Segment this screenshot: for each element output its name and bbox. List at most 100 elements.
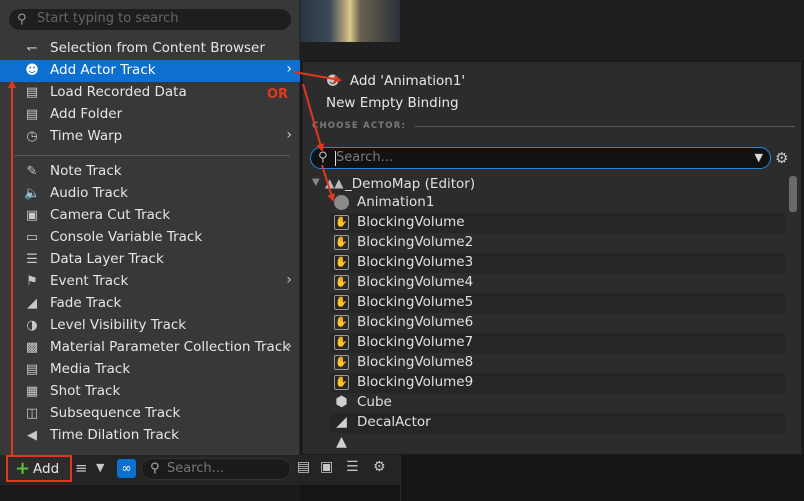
chevron-right-icon: › — [286, 61, 292, 77]
volume-icon: ✋ — [334, 295, 349, 310]
menu-item-time-dilation-track[interactable]: ◀ Time Dilation Track — [0, 425, 300, 447]
actor-label: BlockingVolume3 — [357, 254, 474, 270]
menu-search-input[interactable]: ⚲ Start typing to search — [9, 9, 291, 30]
actor-label: BlockingVolume4 — [357, 274, 474, 290]
folder-icon: ▤ — [25, 85, 39, 100]
menu-search-placeholder: Start typing to search — [37, 11, 179, 26]
actor-row-cube[interactable]: ⬢ Cube — [330, 393, 785, 413]
menu-item-label: Level Visibility Track — [50, 317, 187, 333]
actor-row-animation1[interactable]: Animation1 — [330, 193, 785, 213]
animation-icon — [334, 195, 349, 210]
menu-item-material-parameter-collection-track[interactable]: ▩ Material Parameter Collection Track › — [0, 337, 300, 359]
add-animation-label: Add 'Animation1' — [349, 73, 466, 89]
actor-row-blockingvolume6[interactable]: ✋ BlockingVolume6 — [330, 313, 785, 333]
actor-row-decalactor[interactable]: ◢ DecalActor — [330, 413, 785, 433]
add-animation-option[interactable]: ☻ Add 'Animation1' — [326, 73, 465, 93]
actor-label: BlockingVolume9 — [357, 374, 474, 390]
menu-item-media-track[interactable]: ▤ Media Track — [0, 359, 300, 381]
volume-icon: ✋ — [334, 235, 349, 250]
menu-item-add-actor-track[interactable]: ☻ Add Actor Track › — [0, 60, 300, 82]
fade-icon: ◢ — [27, 296, 37, 311]
actor-list-scrollbar[interactable] — [789, 176, 797, 212]
actor-row-blockingvolume4[interactable]: ✋ BlockingVolume4 — [330, 273, 785, 293]
menu-item-label: Time Dilation Track — [50, 427, 179, 443]
heading-divider — [415, 126, 795, 127]
expand-triangle-icon[interactable]: ▼ — [312, 177, 320, 188]
actor-search-input[interactable]: ⚲ Search... ▼ — [310, 147, 771, 169]
cube-icon: ⬢ — [335, 394, 348, 410]
menu-item-label: Shot Track — [50, 383, 121, 399]
menu-item-console-variable-track[interactable]: ▭ Console Variable Track — [0, 227, 300, 249]
console-icon: ▭ — [25, 230, 39, 245]
actor-row-blockingvolume3[interactable]: ✋ BlockingVolume3 — [330, 253, 785, 273]
menu-item-label: Data Layer Track — [50, 251, 164, 267]
search-icon: ⚲ — [150, 461, 160, 476]
decal-icon: ◢ — [336, 414, 347, 430]
menu-item-label: Load Recorded Data — [50, 84, 187, 100]
list-icon[interactable]: ☰ — [346, 459, 359, 475]
content-browser-icon: ↽ — [26, 41, 38, 56]
choose-actor-heading: CHOOSE ACTOR: — [312, 121, 407, 131]
add-button[interactable]: + Add — [6, 455, 72, 482]
menu-item-label: Media Track — [50, 361, 131, 377]
shot-icon: ▦ — [25, 384, 39, 399]
menu-item-add-folder[interactable]: ▤ Add Folder — [0, 104, 300, 126]
track-search-placeholder: Search... — [167, 461, 225, 476]
menu-item-camera-cut-track[interactable]: ▣ Camera Cut Track — [0, 205, 300, 227]
menu-item-label: Add Folder — [50, 106, 123, 122]
add-button-label: Add — [33, 461, 60, 477]
subsequence-icon: ◫ — [25, 406, 39, 421]
chevron-down-icon[interactable]: ▼ — [755, 151, 763, 164]
actor-row-blockingvolume8[interactable]: ✋ BlockingVolume8 — [330, 353, 785, 373]
note-icon: ✎ — [26, 164, 38, 179]
menu-item-load-recorded-data[interactable]: ▤ Load Recorded Data — [0, 82, 300, 104]
menu-item-label: Audio Track — [50, 185, 128, 201]
menu-item-label: Fade Track — [50, 295, 122, 311]
gear-icon[interactable]: ⚙ — [775, 149, 788, 167]
collapse-icon[interactable]: ▤ — [297, 459, 310, 475]
new-empty-binding-label: New Empty Binding — [326, 95, 459, 111]
search-icon: ⚲ — [17, 12, 27, 27]
menu-item-level-visibility-track[interactable]: ◑ Level Visibility Track — [0, 315, 300, 337]
menu-item-label: Console Variable Track — [50, 229, 203, 245]
actor-icon: ☻ — [25, 63, 39, 78]
menu-item-label: Add Actor Track — [50, 62, 156, 78]
actor-label: BlockingVolume5 — [357, 294, 474, 310]
material-icon: ▩ — [25, 340, 39, 355]
actor-row-blockingvolume2[interactable]: ✋ BlockingVolume2 — [330, 233, 785, 253]
chevron-right-icon: › — [286, 127, 292, 143]
new-empty-binding-option[interactable]: New Empty Binding — [326, 95, 459, 115]
link-icon[interactable]: ∞ — [117, 459, 136, 478]
actor-row-blockingvolume9[interactable]: ✋ BlockingVolume9 — [330, 373, 785, 393]
menu-item-audio-track[interactable]: 🔈 Audio Track — [0, 183, 300, 205]
actor-label: DecalActor — [357, 414, 431, 430]
actor-row-blockingvolume[interactable]: ✋ BlockingVolume — [330, 213, 785, 233]
menu-item-event-track[interactable]: ⚑ Event Track › — [0, 271, 300, 293]
menu-item-subsequence-track[interactable]: ◫ Subsequence Track — [0, 403, 300, 425]
filter-icon[interactable]: ≡ — [75, 459, 88, 477]
gear-icon[interactable]: ⚙ — [373, 459, 386, 475]
actor-row-partial: ▲ — [330, 433, 785, 454]
actor-icon: ☻ — [326, 74, 340, 89]
actor-row-blockingvolume5[interactable]: ✋ BlockingVolume5 — [330, 293, 785, 313]
menu-item-time-warp[interactable]: ◷ Time Warp › — [0, 126, 300, 148]
menu-item-fade-track[interactable]: ◢ Fade Track — [0, 293, 300, 315]
time-dilation-icon: ◀ — [27, 428, 37, 443]
track-search-input[interactable]: ⚲ Search... — [141, 458, 291, 480]
actor-row-blockingvolume7[interactable]: ✋ BlockingVolume7 — [330, 333, 785, 353]
map-icon: ▲▲ — [325, 176, 344, 190]
menu-item-note-track[interactable]: ✎ Note Track — [0, 161, 300, 183]
tree-root-demomap[interactable]: ▼ ▲▲ _DemoMap (Editor) — [312, 175, 782, 194]
expand-icon[interactable]: ▣ — [320, 459, 333, 475]
volume-icon: ✋ — [334, 315, 349, 330]
menu-item-shot-track[interactable]: ▦ Shot Track — [0, 381, 300, 403]
flag-icon: ⚑ — [26, 274, 38, 289]
menu-item-label: Selection from Content Browser — [50, 40, 265, 56]
volume-icon: ✋ — [334, 275, 349, 290]
menu-item-label: Event Track — [50, 273, 129, 289]
chevron-down-icon[interactable]: ▼ — [96, 461, 104, 474]
menu-item-selection-from-content-browser[interactable]: ↽ Selection from Content Browser — [0, 38, 300, 60]
speaker-icon: 🔈 — [24, 186, 41, 201]
menu-item-data-layer-track[interactable]: ☰ Data Layer Track — [0, 249, 300, 271]
volume-icon: ✋ — [334, 255, 349, 270]
